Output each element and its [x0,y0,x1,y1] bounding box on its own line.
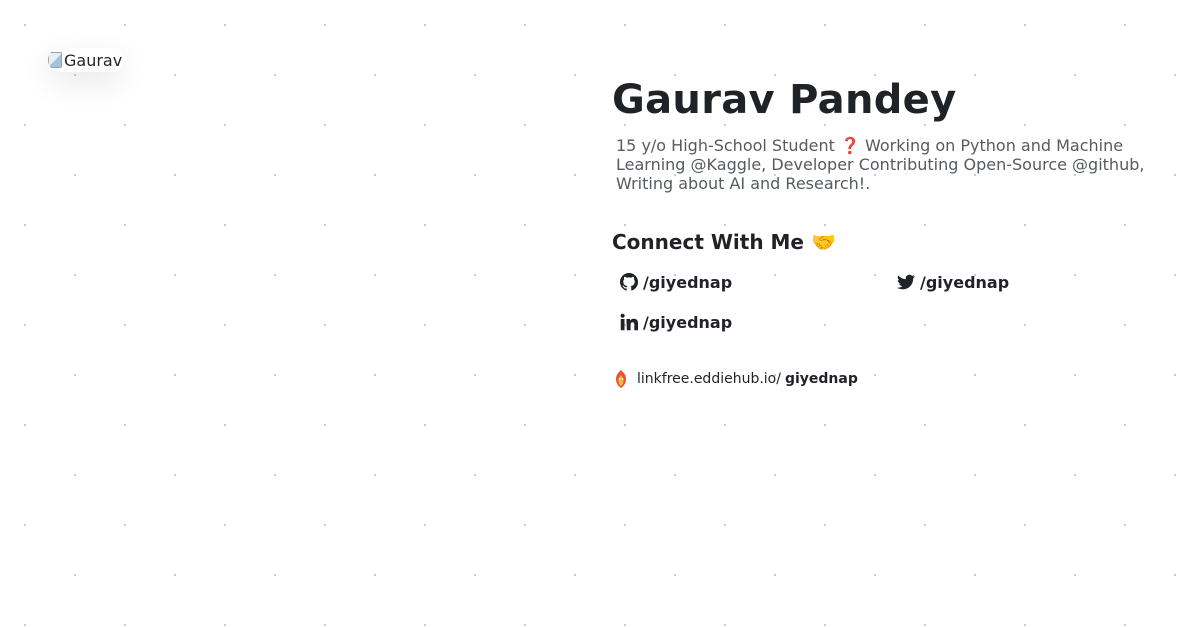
linkfree-link[interactable]: linkfree.eddiehub.io/ giyednap [612,369,1172,389]
profile-bio: 15 y/o High-School Student ❓ Working on … [616,136,1145,193]
connect-heading: Connect With Me 🤝 [612,230,836,254]
linkedin-handle: /giyednap [643,312,733,332]
twitter-handle: /giyednap [920,272,1010,292]
avatar: Gaurav [48,48,124,72]
avatar-alt-text: Gaurav [64,50,123,70]
twitter-link[interactable]: /giyednap [897,271,1174,293]
profile-name: Gaurav Pandey [612,77,957,123]
linkfree-icon [616,370,626,388]
profile-content: Gaurav Pandey 15 y/o High-School Student… [612,76,1172,389]
linkedin-link[interactable]: /giyednap [620,311,897,333]
broken-image-icon [48,52,62,68]
github-handle: /giyednap [643,272,733,292]
linkfree-prefix: linkfree.eddiehub.io/ [637,371,781,387]
twitter-icon [897,274,915,290]
profile-page: Gaurav Gaurav Pandey 15 y/o High-School … [0,0,1200,627]
social-links: /giyednap /giyednap /giyednap [620,271,1172,333]
linkfree-username: giyednap [784,371,858,387]
github-link[interactable]: /giyednap [620,271,897,293]
linkedin-icon [620,313,638,331]
github-icon [620,273,638,291]
